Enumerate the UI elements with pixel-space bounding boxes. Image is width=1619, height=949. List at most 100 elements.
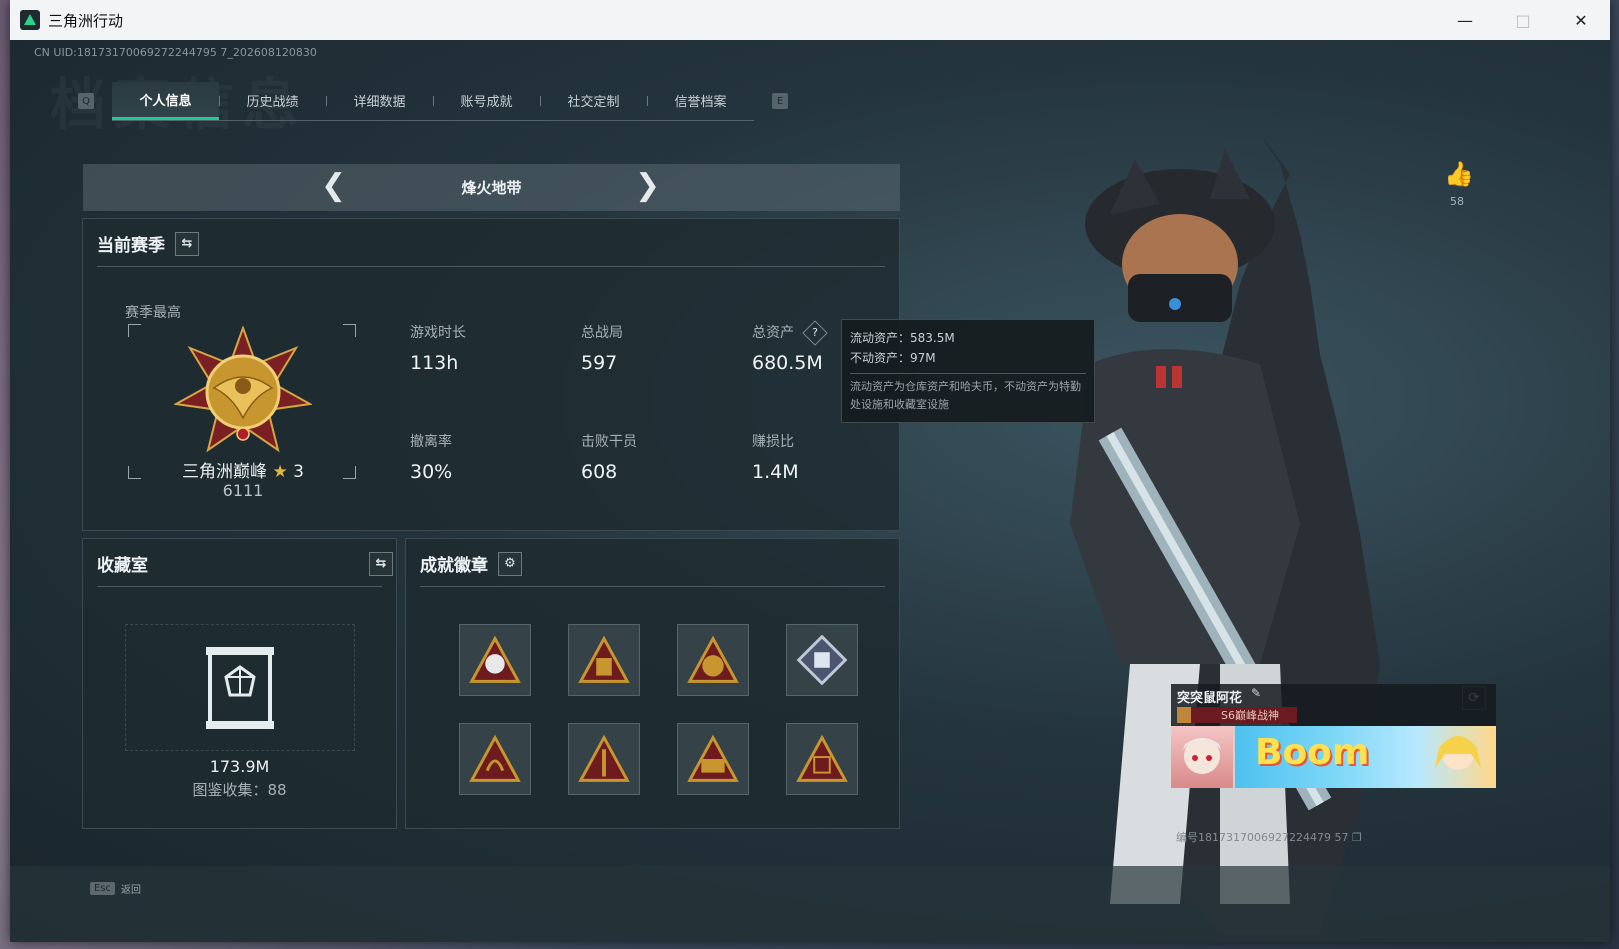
stat-value: 1.4M: [752, 461, 799, 483]
tab-bar: Q 个人信息 历史战绩 详细数据 账号成就 社交定制 信誉档案 E: [78, 81, 788, 121]
back-button[interactable]: Esc 返回: [90, 878, 141, 898]
stat-label: 赚损比: [752, 434, 794, 450]
stat-total-assets: 总资产 ? 680.5M: [752, 320, 829, 374]
tab-personal-info[interactable]: 个人信息: [112, 81, 219, 120]
window-title: 三角洲行动: [48, 11, 124, 30]
stat-profit-ratio: 赚损比 1.4M: [752, 431, 799, 483]
game-window: 三角洲行动 — □ ✕ 档案信息 CN UID:1817317006927224…: [10, 0, 1610, 942]
badge-emblem-icon: [796, 734, 848, 782]
character-model: [1070, 134, 1380, 934]
season-best-label: 赛季最高: [125, 305, 181, 321]
tab-history[interactable]: 历史战绩: [219, 82, 326, 120]
rank-score: 6111: [222, 481, 264, 500]
avatar-portrait-icon: [1183, 738, 1221, 774]
player-name: 突突鼠阿花: [1177, 691, 1243, 706]
rank-name-text: 三角洲巅峰: [182, 462, 268, 482]
collection-count: 图鉴收集：88: [192, 781, 287, 799]
badge-emblem-icon: [578, 635, 630, 683]
stat-value: 680.5M: [752, 352, 823, 374]
mode-selector: ❮ 烽火地带 ❯: [83, 164, 900, 211]
collection-panel-header: 收藏室 ⇆: [97, 551, 393, 576]
stat-label: 游戏时长: [410, 325, 466, 341]
rank-name: 三角洲巅峰 ★ 3: [143, 457, 343, 482]
season-switch-icon[interactable]: ⇆: [175, 231, 199, 256]
tab-detailed-data[interactable]: 详细数据: [326, 82, 433, 120]
achievement-badge[interactable]: [459, 723, 531, 795]
footer-bar: [10, 866, 1610, 942]
mode-prev-arrow-icon[interactable]: ❮: [321, 168, 346, 203]
collection-switch-icon[interactable]: ⇆: [369, 551, 393, 576]
game-viewport: 档案信息 CN UID:18173170069272244795 7_20260…: [10, 40, 1610, 942]
assets-tooltip: 流动资产：583.5M 不动资产：97M 流动资产为仓库资产和哈夫币，不动资产为…: [841, 319, 1095, 423]
player-title: S6巅峰战神: [1221, 709, 1279, 722]
minimize-button[interactable]: —: [1436, 0, 1494, 40]
tab-social-custom[interactable]: 社交定制: [540, 82, 647, 120]
achievement-badge[interactable]: [677, 723, 749, 795]
tab-list: 个人信息 历史战绩 详细数据 账号成就 社交定制 信誉档案: [112, 81, 754, 121]
divider: [420, 586, 885, 587]
stat-label: 总资产 ?: [752, 320, 829, 346]
achievement-badge[interactable]: [459, 624, 531, 696]
thumbs-up-icon[interactable]: 👍: [1444, 160, 1474, 188]
edit-pencil-icon[interactable]: ✎: [1251, 686, 1261, 700]
player-namecard[interactable]: 突突鼠阿花 ✎ S6巅峰战神 Boom: [1171, 684, 1496, 788]
stat-value: 608: [581, 461, 618, 483]
stat-extract-rate: 撤离率 30%: [410, 431, 452, 483]
achievement-badge[interactable]: [568, 723, 640, 795]
achievement-badge[interactable]: [786, 723, 858, 795]
stat-total-matches: 总战局 597: [581, 322, 623, 374]
tab-prev-key[interactable]: Q: [78, 93, 94, 109]
stat-value: 30%: [410, 461, 453, 483]
badges-panel-title: 成就徽章: [420, 556, 488, 576]
esc-key-icon: Esc: [90, 881, 116, 895]
back-label: 返回: [121, 884, 142, 896]
stat-value: 597: [581, 352, 618, 374]
divider: [97, 586, 382, 587]
namecard-uid: 编号1817317006927224479 57 ❐: [1176, 829, 1362, 845]
tab-next-key[interactable]: E: [772, 93, 788, 109]
tooltip-liquid-assets: 流动资产：583.5M: [850, 331, 955, 345]
achievement-badge[interactable]: [677, 624, 749, 696]
avatar[interactable]: [1171, 726, 1233, 788]
banner-character-icon: [1435, 736, 1481, 770]
achievement-badge[interactable]: [568, 624, 640, 696]
rank-star-icon: ★: [272, 462, 288, 482]
stat-kills: 击败干员 608: [581, 431, 637, 483]
namecard-header: 突突鼠阿花 ✎ S6巅峰战神: [1171, 684, 1496, 726]
badge-emblem-icon: [796, 634, 848, 686]
badge-emblem-icon: [687, 635, 739, 683]
rank-medal-frame: [128, 324, 356, 479]
season-panel-title: 当前赛季: [97, 236, 165, 256]
divider: [97, 266, 885, 267]
player-title-badge: S6巅峰战神: [1177, 707, 1297, 723]
mode-next-arrow-icon[interactable]: ❯: [635, 168, 660, 203]
badge-emblem-icon: [578, 734, 630, 782]
close-button[interactable]: ✕: [1552, 0, 1610, 40]
achievement-badge[interactable]: [786, 624, 858, 696]
title-emblem-icon: [1177, 707, 1191, 723]
stat-value: 113h: [410, 352, 459, 374]
stat-label: 总战局: [581, 325, 623, 341]
tooltip-note: 流动资产为仓库资产和哈夫币，不动资产为特勤处设施和收藏室设施: [850, 379, 1081, 412]
season-panel: 当前赛季 ⇆ 赛季最高 三角洲巅峰 ★ 3 6111 游戏时长 113h 总战局…: [82, 218, 900, 531]
collection-panel[interactable]: 收藏室 ⇆ 173.9M 图鉴收集：88: [82, 538, 397, 829]
stat-label-text: 总资产: [752, 325, 794, 341]
badge-emblem-icon: [687, 734, 739, 782]
stat-playtime: 游戏时长 113h: [410, 322, 466, 374]
stat-label: 击败干员: [581, 434, 637, 450]
collection-frame: [125, 624, 355, 751]
tab-credit-record[interactable]: 信誉档案: [647, 82, 754, 120]
badge-emblem-icon: [469, 635, 521, 683]
namecard-banner: Boom: [1235, 726, 1496, 788]
window-controls: — □ ✕: [1436, 0, 1610, 40]
copy-icon[interactable]: ❐: [1352, 831, 1362, 844]
maximize-button[interactable]: □: [1494, 0, 1552, 40]
rank-medal-icon: [174, 326, 312, 453]
badges-settings-gear-icon[interactable]: ⚙: [498, 551, 522, 576]
tab-achievements[interactable]: 账号成就: [433, 82, 540, 120]
collection-panel-title: 收藏室: [97, 556, 148, 576]
banner-text: Boom: [1255, 732, 1370, 773]
uid-text: CN UID:18173170069272244795 7_2026081208…: [34, 46, 317, 59]
mode-label: 烽火地带: [461, 179, 522, 197]
help-icon[interactable]: ?: [802, 320, 829, 346]
